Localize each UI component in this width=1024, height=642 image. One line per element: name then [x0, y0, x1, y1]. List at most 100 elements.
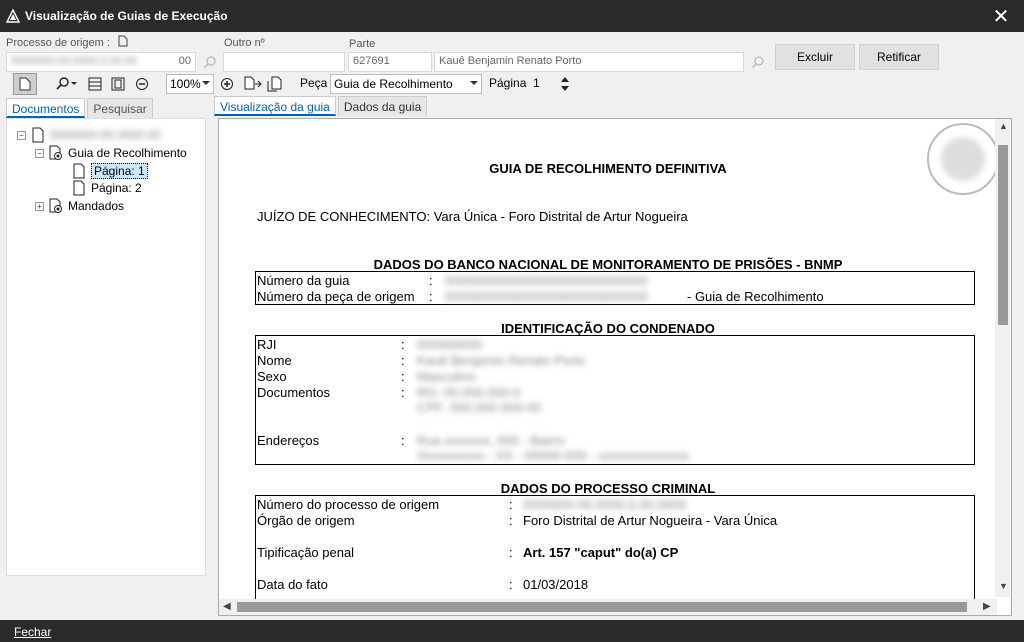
sexo-value: Masculino [417, 369, 476, 384]
colon: : [509, 577, 513, 592]
document-icon [32, 127, 44, 143]
header-fields: Processo de origem : 0000000-00.0000.0.0… [0, 32, 1024, 72]
tree-root-label: 0000000-00.0000.00 [50, 128, 161, 142]
copy-button[interactable] [266, 73, 286, 95]
colon: : [401, 433, 405, 448]
processo-value-tail: 00 [178, 55, 191, 67]
zoom-in-button[interactable] [218, 73, 236, 95]
zoom-out-button[interactable] [133, 73, 151, 95]
expand-icon[interactable]: + [35, 201, 44, 211]
app-icon [6, 9, 20, 23]
processo-title: DADOS DO PROCESSO CRIMINAL [500, 481, 716, 496]
zoom-in-icon [221, 78, 233, 90]
tab-pesquisar[interactable]: Pesquisar [87, 98, 153, 118]
zoom-value: 100% [170, 77, 201, 91]
tab-dados[interactable]: Dados da guia [337, 96, 428, 116]
parte-code-field[interactable]: 627691 [348, 52, 432, 72]
right-tabs: Visualização da guia Dados da guia [214, 96, 429, 116]
nome-label: Nome [257, 353, 292, 368]
colon: : [401, 369, 405, 384]
enderecos-label: Endereços [257, 433, 320, 448]
tipificacao-label: Tipificação penal [257, 545, 355, 560]
fit-width-icon [88, 77, 102, 91]
processo-input[interactable]: 0000000-00.0000.0.00.00 00 [6, 52, 196, 72]
document-tree: − 0000000-00.0000.00 − Guia de Recolhime… [6, 118, 206, 576]
magnifier-icon [56, 77, 77, 90]
tree-item-guia[interactable]: − Guia de Recolhimento [35, 145, 187, 161]
collapse-icon[interactable]: − [17, 130, 26, 140]
fit-page-button[interactable] [109, 73, 127, 95]
tree-root[interactable]: − 0000000-00.0000.00 [17, 127, 161, 143]
left-panel: Documentos Pesquisar − 0000000-00.0000.0… [6, 98, 206, 576]
vertical-scroll-thumb[interactable] [998, 145, 1008, 325]
tree-item-mandados[interactable]: + Mandados [35, 198, 124, 214]
outro-label: Outro nº [224, 37, 265, 49]
processo-label: Processo de origem : [6, 37, 110, 49]
horizontal-scrollbar[interactable]: ◀ ▶ [219, 599, 997, 615]
tree-item-page2[interactable]: Página: 2 [71, 180, 142, 196]
horizontal-scroll-thumb[interactable] [237, 602, 967, 612]
parte-name-field[interactable]: Kauê Benjamin Renato Porto [434, 52, 744, 72]
vertical-scrollbar[interactable]: ▲ ▼ [995, 119, 1011, 597]
retificar-button[interactable]: Retificar [859, 44, 939, 70]
num-processo-value: 0000000-00.0000.0.00.0000 [523, 497, 687, 512]
close-icon[interactable]: ✕ [978, 0, 1024, 32]
pagina-stepper[interactable] [560, 74, 570, 94]
zoom-select[interactable]: 100% [166, 74, 214, 94]
fechar-button[interactable]: Fechar [14, 625, 51, 639]
tab-documentos[interactable]: Documentos [6, 98, 86, 118]
collapse-icon[interactable]: − [35, 148, 44, 158]
zoom-menu-button[interactable] [54, 73, 80, 95]
zoom-out-icon [136, 78, 148, 90]
colon: : [509, 497, 513, 512]
export-icon [244, 76, 262, 90]
right-panel: Visualização da guia Dados da guia GUIA … [214, 96, 1012, 616]
orgao-value: Foro Distrital de Artur Nogueira - Vara … [523, 513, 778, 528]
scroll-left-icon[interactable]: ◀ [223, 601, 231, 612]
left-tabs: Documentos Pesquisar [6, 98, 155, 118]
scroll-down-icon[interactable]: ▼ [999, 581, 1008, 591]
bnmp-title: DADOS DO BANCO NACIONAL DE MONITORAMENTO… [373, 257, 843, 272]
digital-signature-seal [927, 123, 999, 195]
data-fato-label: Data do fato [257, 577, 328, 592]
scroll-right-icon[interactable]: ▶ [983, 601, 991, 612]
tree-label-mandados: Mandados [68, 199, 125, 213]
colon: : [401, 385, 405, 400]
num-processo-label: Número do processo de origem [257, 497, 440, 512]
tree-label-page1: Página: 1 [91, 163, 148, 179]
chevron-down-icon [470, 81, 478, 85]
document-view-button[interactable] [13, 73, 37, 95]
scroll-up-icon[interactable]: ▲ [999, 121, 1008, 131]
pagina-input[interactable]: 1 [530, 74, 558, 94]
documentos-label: Documentos [257, 385, 330, 400]
fit-width-button[interactable] [86, 73, 104, 95]
peca-value: Guia de Recolhimento [334, 77, 453, 91]
rji-value: 000000000 [417, 337, 483, 352]
outro-input[interactable] [223, 52, 345, 72]
colon: : [429, 273, 433, 288]
search-icon[interactable] [203, 55, 217, 69]
document-icon[interactable] [118, 35, 128, 47]
toolbar: 100% Peça Guia de Recolhimento Página 1 [0, 72, 1024, 96]
search-icon-parte[interactable] [751, 55, 765, 69]
parte-label: Parte [349, 38, 376, 50]
numero-guia-label: Número da guia [257, 273, 350, 288]
stepper-icon [561, 77, 569, 91]
numero-peca-label: Número da peça de origem [257, 289, 415, 304]
peca-label: Peça [300, 76, 328, 90]
export-button[interactable] [243, 73, 263, 95]
page-icon [73, 163, 85, 179]
pagina-label: Página [489, 76, 527, 90]
numero-peca-value: 0000000000000000000000000000 [445, 289, 648, 304]
title-bar: Visualização de Guias de Execução ✕ [0, 0, 1024, 32]
tab-visualizacao[interactable]: Visualização da guia [214, 96, 336, 116]
page-icon [73, 180, 85, 196]
rji-label: RJI [257, 337, 277, 352]
certificate-icon [49, 145, 62, 160]
document-viewer[interactable]: GUIA DE RECOLHIMENTO DEFINITIVA JUÍZO DE… [218, 118, 1012, 616]
tree-item-page1[interactable]: Página: 1 [71, 163, 148, 179]
ident-title: IDENTIFICAÇÃO DO CONDENADO [501, 321, 715, 336]
excluir-button[interactable]: Excluir [775, 44, 855, 70]
peca-select[interactable]: Guia de Recolhimento [330, 74, 482, 94]
tree-label-guia: Guia de Recolhimento [68, 146, 187, 160]
